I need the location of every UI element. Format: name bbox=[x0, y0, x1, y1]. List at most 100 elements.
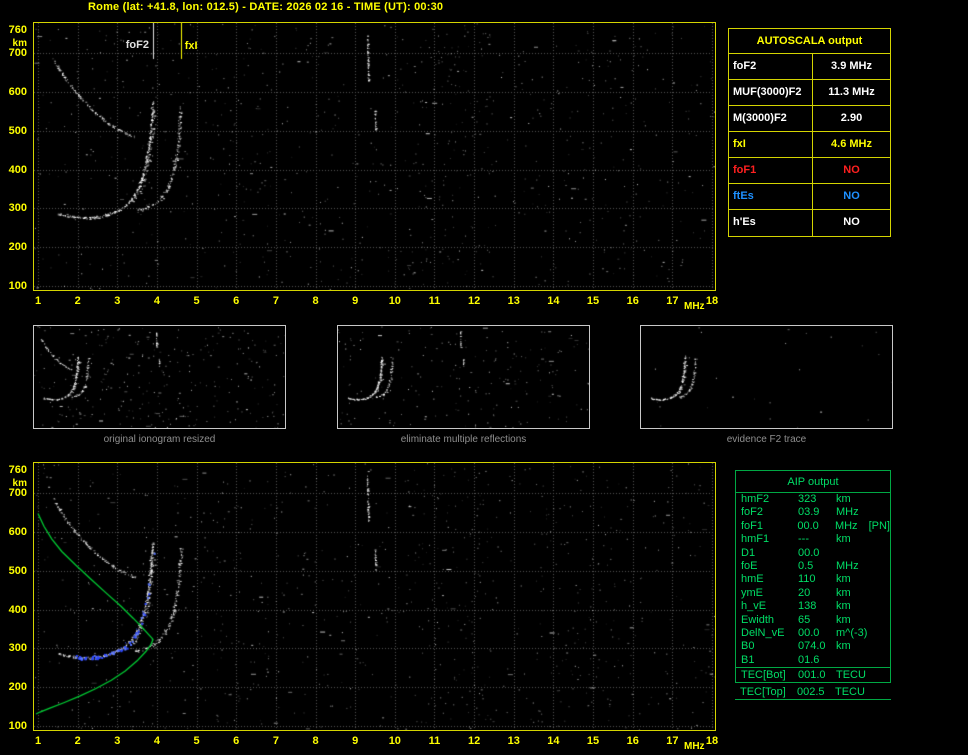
bottom-xtick-7: 7 bbox=[272, 735, 279, 747]
top-ytick-100: 100 bbox=[8, 280, 27, 292]
aip-unit: MHz bbox=[834, 519, 858, 532]
autoscala-value: NO bbox=[843, 164, 860, 176]
top-ytick-600: 600 bbox=[8, 86, 27, 99]
autoscala-param-label: fxI bbox=[729, 132, 813, 157]
autoscala-param-label: foF1 bbox=[729, 158, 813, 183]
bottom-xtick-2: 2 bbox=[74, 735, 81, 747]
autoscala-table: AUTOSCALA output foF2 3.9 MHz MUF(3000)F2 1… bbox=[728, 28, 891, 237]
aip-row-ymE: ymE 20 km bbox=[736, 587, 890, 600]
top-ytick-200: 200 bbox=[8, 241, 27, 254]
bottom-xtick-5: 5 bbox=[193, 735, 200, 747]
thumbnail-caption-f2trace: evidence F2 trace bbox=[726, 434, 807, 445]
aip-value: 323 bbox=[798, 493, 817, 505]
aip-unit: km bbox=[836, 640, 851, 653]
aip-param-label: TEC[Top] bbox=[740, 686, 786, 698]
aip-row-B1: B1 01.6 bbox=[736, 654, 890, 667]
aip-extra bbox=[870, 560, 890, 573]
autoscala-row-foF1: foF1 NO bbox=[729, 158, 890, 184]
aip-unit: km bbox=[836, 586, 851, 599]
top-xtick-1: 1 bbox=[34, 295, 42, 307]
aip-param-label: foE bbox=[741, 559, 758, 572]
aip-param-label: foF2 bbox=[741, 506, 764, 519]
autoscala-value: NO bbox=[843, 216, 860, 228]
profile-ionogram-plot bbox=[33, 462, 716, 731]
bottom-xtick-9: 9 bbox=[352, 735, 359, 747]
autoscala-param-label: foF2 bbox=[729, 54, 813, 79]
main-ionogram-plot bbox=[33, 22, 716, 291]
aip-extra bbox=[870, 600, 890, 613]
autoscala-table-title: AUTOSCALA output bbox=[729, 29, 890, 54]
aip-extra bbox=[870, 493, 890, 506]
bottom-ytick-500: 500 bbox=[8, 564, 27, 577]
bottom-ytick-200: 200 bbox=[8, 681, 27, 694]
aip-unit bbox=[836, 654, 870, 667]
bottom-xtick-11: 11 bbox=[428, 735, 441, 747]
bottom-ytick-400: 400 bbox=[8, 603, 27, 616]
top-xtick-12: 12 bbox=[467, 295, 481, 307]
aip-param-label: ymE bbox=[741, 586, 763, 599]
aip-row-hmE: hmE 110 km bbox=[736, 573, 890, 586]
autoscala-param-label: M(3000)F2 bbox=[729, 106, 813, 131]
aip-param-label: h_vE bbox=[741, 600, 767, 613]
aip-row-foE: foE 0.5 MHz bbox=[736, 560, 890, 573]
top-ytick-400: 400 bbox=[8, 163, 27, 176]
bottom-xtick-16: 16 bbox=[626, 735, 639, 747]
aip-value: 00.0 bbox=[798, 626, 820, 639]
bottom-xtick-13: 13 bbox=[507, 735, 520, 747]
bottom-xtick-4: 4 bbox=[153, 735, 160, 747]
top-xtick-14: 14 bbox=[547, 295, 560, 307]
aip-extra bbox=[870, 573, 890, 586]
thumbnail-evidence-f2 bbox=[640, 325, 893, 429]
aip-row-TEC[Bot]: TEC[Bot] 001.0 TECU bbox=[736, 667, 890, 682]
bottom-xtick-12: 12 bbox=[467, 735, 481, 747]
bottom-ytick-100: 100 bbox=[8, 720, 27, 732]
thumbnail-evidence-f2-canvas bbox=[641, 326, 892, 428]
aip-value: 65 bbox=[798, 613, 811, 626]
aip-row-B0: B0 074.0 km bbox=[736, 640, 890, 653]
aip-extra bbox=[870, 506, 890, 519]
top-xtick-3: 3 bbox=[114, 295, 121, 307]
bottom-xtick-6: 6 bbox=[233, 735, 240, 747]
aip-value: 03.9 bbox=[798, 506, 820, 519]
aip-param-label: hmF2 bbox=[741, 493, 770, 505]
autoscala-row-M(3000)F2: M(3000)F2 2.90 bbox=[729, 106, 890, 132]
autoscala-value: NO bbox=[843, 190, 860, 202]
top-xtick-13: 13 bbox=[507, 295, 520, 307]
aip-row-D1: D1 00.0 bbox=[736, 547, 890, 560]
autoscala-param-label: MUF(3000)F2 bbox=[729, 80, 813, 105]
top-xtick-15: 15 bbox=[586, 295, 600, 307]
bottom-xtick-10: 10 bbox=[388, 735, 401, 747]
aip-unit bbox=[836, 547, 870, 560]
aip-param-label: D1 bbox=[741, 546, 756, 559]
thumbnail-eliminate-multiples-canvas bbox=[338, 326, 589, 428]
autoscala-value: 2.90 bbox=[840, 112, 863, 124]
autoscala-value: 4.6 MHz bbox=[831, 138, 872, 150]
thumbnail-caption-multiples: eliminate multiple reflections bbox=[400, 434, 527, 445]
aip-row-hmF2: hmF2 323 km bbox=[736, 493, 890, 506]
bottom-xtick-17: 17 bbox=[666, 735, 679, 747]
bottom-ytick-300: 300 bbox=[8, 642, 27, 655]
top-ytick-500: 500 bbox=[8, 124, 27, 137]
top-ytick-700: 700 bbox=[8, 47, 27, 60]
aip-value: 20 bbox=[798, 586, 811, 599]
aip-value: 0.5 bbox=[798, 559, 814, 572]
autoscala-table-rows: foF2 3.9 MHz MUF(3000)F2 11.3 MHz M(3000)F2 2… bbox=[729, 54, 890, 236]
aip-unit: km bbox=[836, 493, 851, 505]
bottom-ytick-600: 600 bbox=[8, 526, 27, 539]
aip-row-foF1: foF1 00.0 MHz [PN] bbox=[736, 520, 890, 533]
top-ytick-760: 760 bbox=[8, 24, 27, 36]
aip-table-rows: hmF2 323 km foF2 03.9 MHz foF1 00.0 MHz [PN] hmF1 -… bbox=[736, 493, 890, 667]
top-xtick-9: 9 bbox=[352, 295, 359, 307]
top-xtick-8: 8 bbox=[312, 295, 319, 307]
aip-extra bbox=[870, 614, 890, 627]
top-xtick-6: 6 bbox=[233, 295, 240, 307]
aip-param-label: Ewidth bbox=[741, 613, 775, 626]
aip-extra bbox=[870, 547, 890, 560]
autoscala-value: 11.3 MHz bbox=[828, 86, 875, 98]
aip-extra bbox=[870, 587, 890, 600]
top-xtick-5: 5 bbox=[193, 295, 200, 307]
thumbnail-original-canvas bbox=[34, 326, 285, 428]
thumbnail-eliminate-multiples bbox=[337, 325, 590, 429]
aip-unit: TECU bbox=[835, 686, 865, 698]
aip-param-label: hmE bbox=[741, 573, 764, 586]
